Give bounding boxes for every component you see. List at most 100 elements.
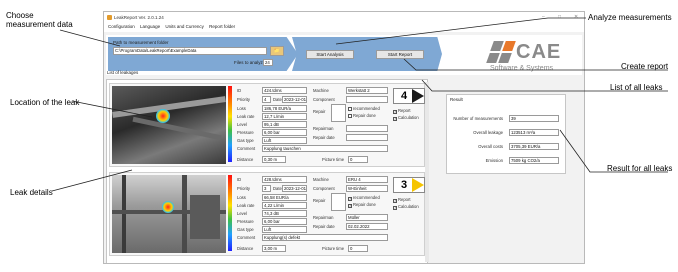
overall-costs-label: Overall costs	[478, 144, 503, 149]
minimize-icon[interactable]: –	[542, 14, 545, 20]
repair-date-label: Repair date	[313, 224, 335, 229]
date-field[interactable]: 2023-12-01	[282, 96, 307, 103]
repair-field[interactable]	[331, 193, 346, 211]
loss-label: Loss	[237, 106, 246, 111]
calculation-checkbox[interactable]: ✓Calculation	[393, 204, 419, 210]
comment-field[interactable]: Kupplung(s) defekt	[262, 234, 388, 241]
menu-report-folder[interactable]: Report folder	[209, 24, 235, 29]
leak-photo	[112, 175, 226, 253]
loss-label: Loss	[237, 195, 246, 200]
leak-rate-field[interactable]: 12,7 L/min	[262, 113, 307, 120]
checkbox-checked-icon: ✓	[393, 199, 398, 203]
id-field[interactable]: 428.tdms	[262, 176, 307, 183]
machine-label: Machine	[313, 177, 329, 182]
gas-type-label: Gas type	[237, 138, 254, 143]
date-field[interactable]: 2023-12-01	[282, 185, 307, 192]
component-label: Component	[313, 186, 335, 191]
comment-field[interactable]: Kupplung tauschen	[262, 145, 388, 152]
leak-card[interactable]: ID 424.tdms Priority 4 Date 2023-12-01 L…	[109, 83, 425, 167]
list-title: List of leakages	[107, 70, 139, 75]
machine-label: Machine	[313, 88, 329, 93]
repair-date-field[interactable]: 02.02.2022	[346, 223, 388, 230]
report-label: Report	[398, 108, 411, 113]
calculation-checkbox[interactable]: ✓Calculation	[393, 115, 419, 121]
machine-field[interactable]: Werkstatt 2	[346, 87, 388, 94]
priority-badge-number: 3	[401, 179, 408, 191]
repair-done-checkbox[interactable]: Repair done	[348, 113, 376, 118]
measurements-value: 39	[509, 115, 559, 122]
menu-configuration[interactable]: Configuration	[108, 24, 135, 29]
start-analysis-button[interactable]: Start Analysis	[306, 50, 354, 59]
priority-label: Priority	[237, 186, 251, 191]
distance-label: Distance	[237, 246, 254, 251]
repair-date-field[interactable]	[346, 134, 388, 141]
repair-done-checkbox[interactable]: ✓Repair done	[348, 202, 376, 208]
recommended-checkbox[interactable]: ✓recommended	[348, 195, 380, 201]
pressure-field[interactable]: 6,00 bar	[262, 129, 307, 136]
overall-leakage-value: 123513 m³/a	[509, 129, 559, 136]
pressure-field[interactable]: 6,00 bar	[262, 218, 307, 225]
cae-logo: CAE Software & Systems	[476, 37, 576, 77]
level-field[interactable]: 74,3 dB	[262, 210, 307, 217]
overall-leakage-label: Overall leakage	[473, 130, 503, 135]
gas-type-label: Gas type	[237, 227, 254, 232]
picture-time-label: Picture time	[322, 157, 345, 162]
date-label: Date	[273, 97, 282, 102]
start-report-button[interactable]: Start Report	[376, 50, 424, 59]
title-bar: LeakReport Ver. 2.0.1.24 – □ ✕	[104, 12, 584, 24]
repair-label: Repair	[313, 198, 326, 203]
repair-label: Repair	[313, 109, 326, 114]
picture-time-field[interactable]: 0	[348, 245, 368, 252]
measurements-label: Number of measurements	[453, 116, 503, 121]
callout-result-for-leaks: Result for all leaks	[607, 164, 673, 173]
path-input[interactable]: C:\ProgramData\LeakReport\ExampleData	[113, 47, 267, 55]
component-field[interactable]: W-Einheit	[346, 185, 388, 192]
report-checkbox[interactable]: ✓Report	[393, 197, 411, 203]
gas-type-field[interactable]: Luft	[262, 137, 307, 144]
comment-label: Comment	[237, 235, 256, 240]
folder-icon: 📁	[273, 48, 281, 54]
level-field[interactable]: 95,1 dB	[262, 121, 307, 128]
menu-language[interactable]: Language	[140, 24, 160, 29]
loss-field[interactable]: 66,58 EUR/a	[262, 194, 307, 201]
distance-field[interactable]: 0,30 m	[262, 156, 286, 163]
path-arrow: Path to measurement folder C:\ProgramDat…	[108, 37, 298, 71]
machine-field[interactable]: ERU 4	[346, 176, 388, 183]
path-label: Path to measurement folder	[113, 40, 169, 45]
component-field[interactable]	[346, 96, 388, 103]
repair-field[interactable]	[331, 104, 346, 122]
checkbox-checked-icon: ✓	[348, 204, 353, 208]
leak-list: ID 424.tdms Priority 4 Date 2023-12-01 L…	[106, 79, 429, 263]
menu-units-currency[interactable]: Units and Currency	[165, 24, 204, 29]
files-to-analyze-label: Files to analyze	[234, 60, 266, 65]
picture-time-field[interactable]: 0	[348, 156, 368, 163]
report-checkbox[interactable]: ✓Report	[393, 108, 411, 114]
close-icon[interactable]: ✕	[574, 14, 578, 20]
report-label: Report	[398, 197, 411, 202]
distance-label: Distance	[237, 157, 254, 162]
checkbox-checked-icon: ✓	[348, 197, 353, 201]
leak-rate-field[interactable]: 4,22 L/min	[262, 202, 307, 209]
recommended-label: recommended	[353, 195, 380, 200]
analysis-arrow: Start Analysis	[292, 37, 372, 71]
priority-field[interactable]: 3	[262, 185, 271, 192]
callout-analyze-measurements: Analyze measurements	[588, 13, 672, 22]
distance-field[interactable]: 3,00 m	[262, 245, 286, 252]
repairman-field[interactable]	[346, 125, 388, 132]
loss-field[interactable]: 186,78 EUR/a	[262, 105, 307, 112]
leak-location-marker-icon	[156, 109, 170, 123]
leak-card[interactable]: ID 428.tdms Priority 3 Date 2023-12-01 L…	[109, 172, 425, 256]
priority-field[interactable]: 4	[262, 96, 271, 103]
app-icon	[107, 15, 112, 20]
gas-type-field[interactable]: Luft	[262, 226, 307, 233]
date-label: Date	[273, 186, 282, 191]
recommended-checkbox[interactable]: recommended	[348, 106, 380, 111]
window-title: LeakReport Ver. 2.0.1.24	[114, 15, 164, 20]
files-to-analyze-input[interactable]: 24	[263, 59, 273, 66]
list-scrollbar[interactable]	[425, 82, 429, 262]
id-field[interactable]: 424.tdms	[262, 87, 307, 94]
maximize-icon[interactable]: □	[558, 14, 561, 20]
folder-browse-button[interactable]: 📁	[270, 46, 284, 56]
callout-leak-details: Leak details	[10, 188, 53, 197]
repairman-field[interactable]: Müller	[346, 214, 388, 221]
